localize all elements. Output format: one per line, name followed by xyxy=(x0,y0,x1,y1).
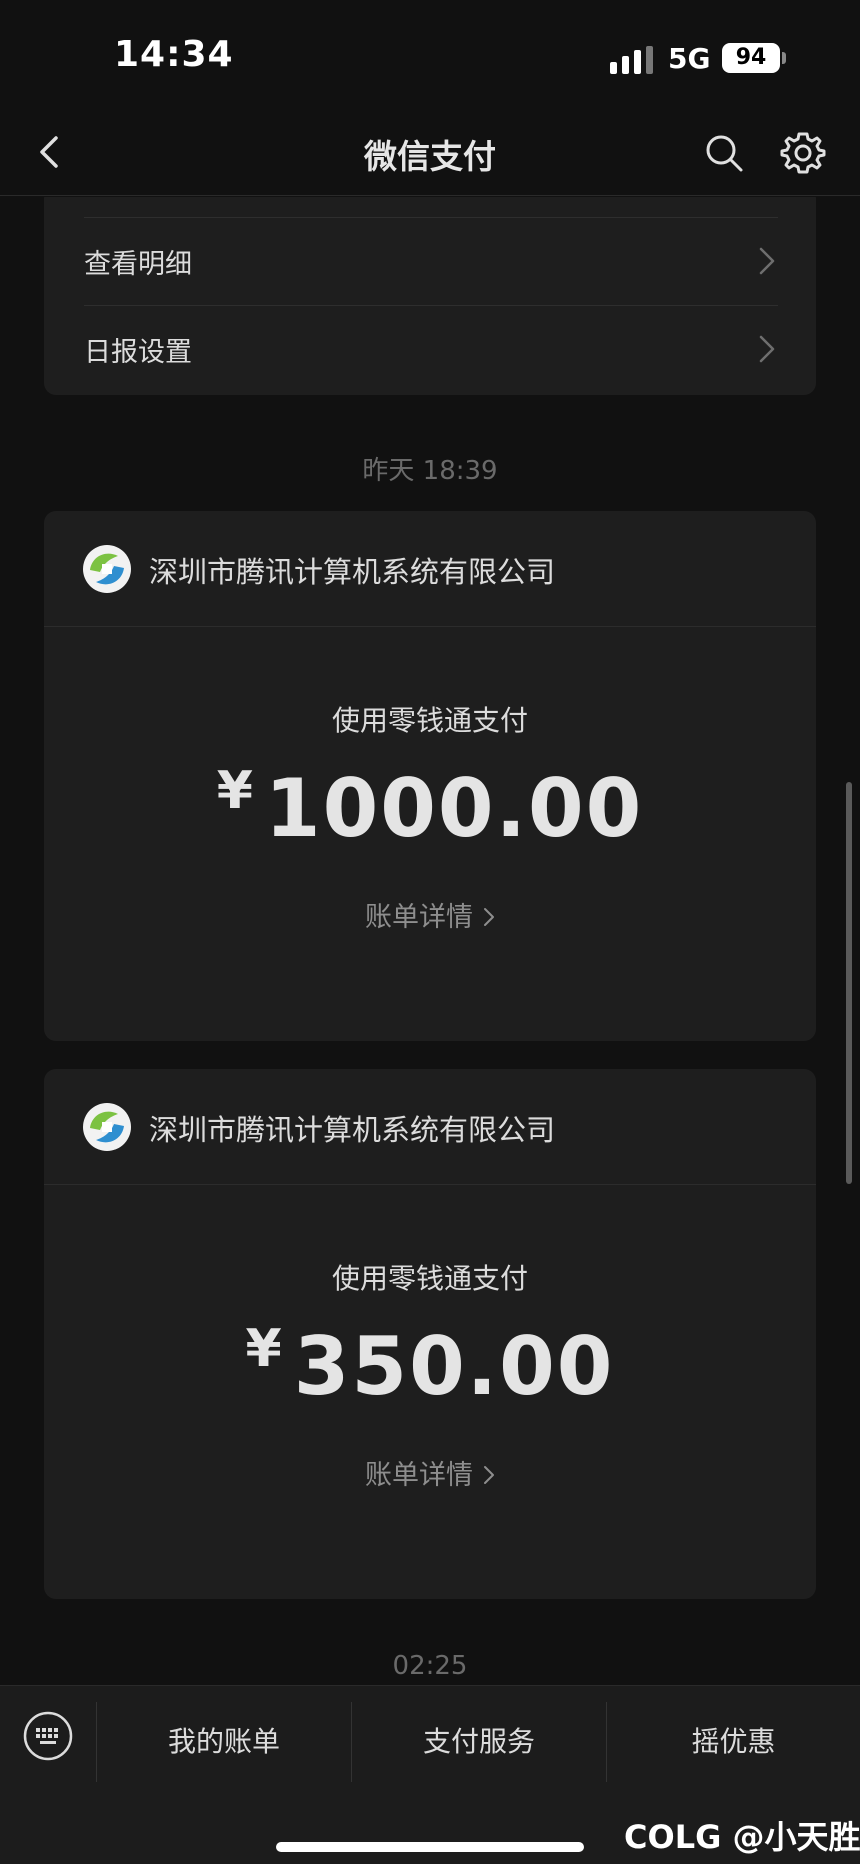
status-bar: 14:34 5G 94 xyxy=(0,0,860,110)
home-indicator xyxy=(276,1842,584,1852)
chevron-right-icon xyxy=(759,335,775,363)
merchant-name: 深圳市腾讯计算机系统有限公司 xyxy=(149,1113,556,1147)
gear-icon[interactable] xyxy=(780,130,826,176)
battery-icon: 94 xyxy=(722,43,780,73)
tab-my-bills[interactable]: 我的账单 xyxy=(97,1686,351,1798)
tab-payment-services[interactable]: 支付服务 xyxy=(352,1686,606,1798)
chevron-right-icon xyxy=(484,908,494,926)
bill-detail-label: 账单详情 xyxy=(365,1460,473,1491)
menu-item-view-details[interactable]: 查看明细 xyxy=(84,217,778,305)
amount-value: 350.00 xyxy=(293,1320,615,1413)
tab-shake-offers[interactable]: 摇优惠 xyxy=(607,1686,860,1798)
battery-tip xyxy=(782,52,786,64)
bill-detail-link[interactable]: 账单详情 xyxy=(44,1453,816,1492)
status-time: 14:34 xyxy=(114,34,234,75)
bill-detail-label: 账单详情 xyxy=(365,902,473,933)
payment-method: 使用零钱通支付 xyxy=(331,1262,528,1295)
currency-symbol: ¥ xyxy=(216,761,253,821)
message-timestamp: 02:25 xyxy=(392,1651,468,1681)
scrollbar[interactable] xyxy=(846,782,852,1184)
chevron-right-icon xyxy=(759,247,775,275)
message-list: 查看明细 日报设置 昨天 18:39 深圳市腾讯计算机系统有限公司 使用零钱通支… xyxy=(0,197,860,1685)
search-icon[interactable] xyxy=(703,132,745,174)
payment-amount: ¥1000.00 xyxy=(44,761,816,855)
daily-report-card: 查看明细 日报设置 xyxy=(44,197,816,395)
menu-item-label: 日报设置 xyxy=(84,337,192,368)
signal-icon xyxy=(610,46,654,74)
merchant-row: 深圳市腾讯计算机系统有限公司 xyxy=(44,1069,816,1185)
chevron-right-icon xyxy=(484,1466,494,1484)
bill-detail-link[interactable]: 账单详情 xyxy=(44,895,816,934)
keyboard-icon[interactable] xyxy=(22,1710,74,1762)
payment-card[interactable]: 深圳市腾讯计算机系统有限公司 使用零钱通支付 ¥350.00 账单详情 xyxy=(44,1069,816,1599)
payment-card[interactable]: 深圳市腾讯计算机系统有限公司 使用零钱通支付 ¥1000.00 账单详情 xyxy=(44,511,816,1041)
watermark: COLG @小天胜 xyxy=(624,1818,860,1856)
amount-value: 1000.00 xyxy=(264,762,644,855)
currency-symbol: ¥ xyxy=(245,1319,282,1379)
bottom-menu-bar: 我的账单 支付服务 摇优惠 COLG @小天胜 xyxy=(0,1685,860,1864)
merchant-name: 深圳市腾讯计算机系统有限公司 xyxy=(149,555,556,589)
merchant-row: 深圳市腾讯计算机系统有限公司 xyxy=(44,511,816,627)
wechat-pay-screen: 14:34 5G 94 微信支付 查看明细 日报设置 昨天 18:39 深圳市腾… xyxy=(0,0,860,1864)
payment-amount: ¥350.00 xyxy=(44,1319,816,1413)
battery-level: 94 xyxy=(735,45,767,70)
merchant-logo-icon xyxy=(83,545,131,593)
menu-item-label: 查看明细 xyxy=(84,249,192,280)
payment-method: 使用零钱通支付 xyxy=(331,704,528,737)
merchant-logo-icon xyxy=(83,1103,131,1151)
network-type: 5G xyxy=(668,42,711,75)
message-timestamp: 昨天 18:39 xyxy=(362,456,498,486)
nav-bar: 微信支付 xyxy=(0,110,860,196)
menu-item-report-settings[interactable]: 日报设置 xyxy=(84,305,778,393)
